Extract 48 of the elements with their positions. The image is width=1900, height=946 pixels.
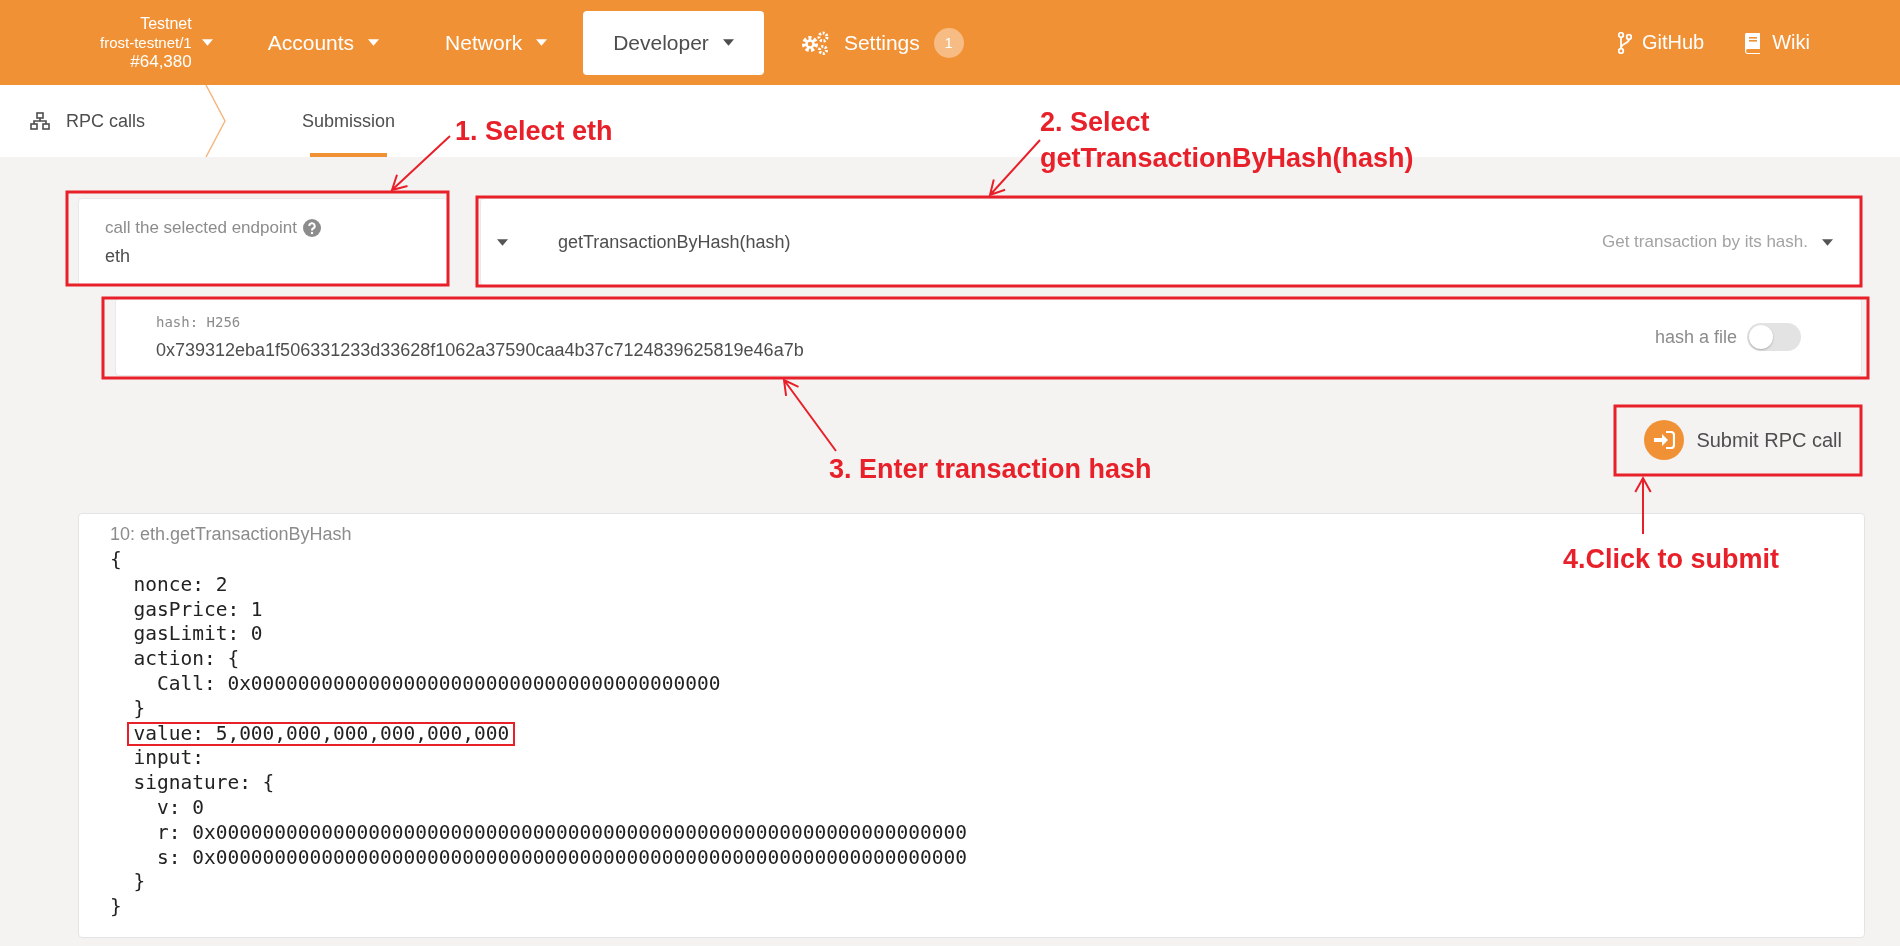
- network-icon: [30, 112, 50, 130]
- hash-input-field[interactable]: hash: H256 0x739312eba1f506331233d33628f1062a37590caa4b37c7124839625819e46a7b hash a file: [115, 298, 1862, 376]
- book-icon: [1744, 31, 1763, 54]
- code-line: nonce: 2: [133, 572, 228, 598]
- code-line: Call: 0x0000000000000000000000000000000000000000: [156, 672, 721, 697]
- annotation-text: 2. Select getTransactionByHash(hash): [1040, 106, 1415, 175]
- breadcrumb-tab[interactable]: Submission: [272, 85, 426, 157]
- code-line: }: [133, 696, 146, 722]
- help-icon: [302, 218, 321, 237]
- breadcrumb-tab[interactable]: RPC calls: [0, 85, 205, 157]
- code-line: input:: [133, 746, 204, 772]
- annotation-arrow: [390, 135, 451, 192]
- submit-button[interactable]: Submit RPC call: [1634, 411, 1862, 469]
- code-line: {: [110, 548, 122, 573]
- code-line: }: [110, 895, 122, 920]
- node-name: frost-testnet/1: [100, 33, 192, 52]
- code-line: gasPrice: 1: [133, 597, 263, 623]
- branch-icon: [1618, 31, 1632, 54]
- annotation-text: 4.Click to submit: [1563, 543, 1781, 576]
- breadcrumb-separator: [205, 85, 227, 157]
- toggle-switch[interactable]: [1747, 323, 1801, 351]
- toggle-label: hash a file: [1654, 326, 1737, 348]
- gears-icon: [799, 30, 830, 55]
- code-line: v: 0: [156, 795, 204, 821]
- count-badge: 1: [933, 27, 964, 58]
- caret-icon: [497, 238, 508, 246]
- code-line: s: 0x0000000000000000000000000000000000000000000000000000000000000000: [156, 845, 967, 871]
- caret-icon: [722, 39, 734, 46]
- menu-tab[interactable]: Developer: [583, 10, 764, 75]
- caret-icon: [368, 39, 380, 46]
- annotation-arrow: [1634, 475, 1652, 535]
- caret-icon: [536, 39, 548, 46]
- caret-icon: [1822, 238, 1833, 246]
- method-select[interactable]: getTransactionByHash(hash) Get transaction by its hash.: [480, 198, 1862, 286]
- result-title: 10: eth.getTransactionByHash: [110, 524, 352, 545]
- annotation-text: 1. Select eth: [455, 115, 614, 148]
- annotation-arrow: [988, 139, 1041, 197]
- code-line: signature: {: [133, 771, 275, 796]
- code-line: gasLimit: 0: [133, 622, 263, 648]
- sign-in-icon: [1653, 431, 1676, 449]
- chain-name: Testnet: [140, 14, 192, 33]
- code-line: }: [133, 870, 146, 896]
- block-number: #64,380: [130, 52, 192, 71]
- code-line: action: {: [133, 647, 240, 672]
- annotation-text: 3. Enter transaction hash: [829, 453, 1153, 486]
- caret-icon: [201, 39, 213, 46]
- endpoint-select[interactable]: call the selected endpoint eth: [78, 198, 448, 286]
- code-line: r: 0x0000000000000000000000000000000000000000000000000000000000000000: [156, 820, 967, 846]
